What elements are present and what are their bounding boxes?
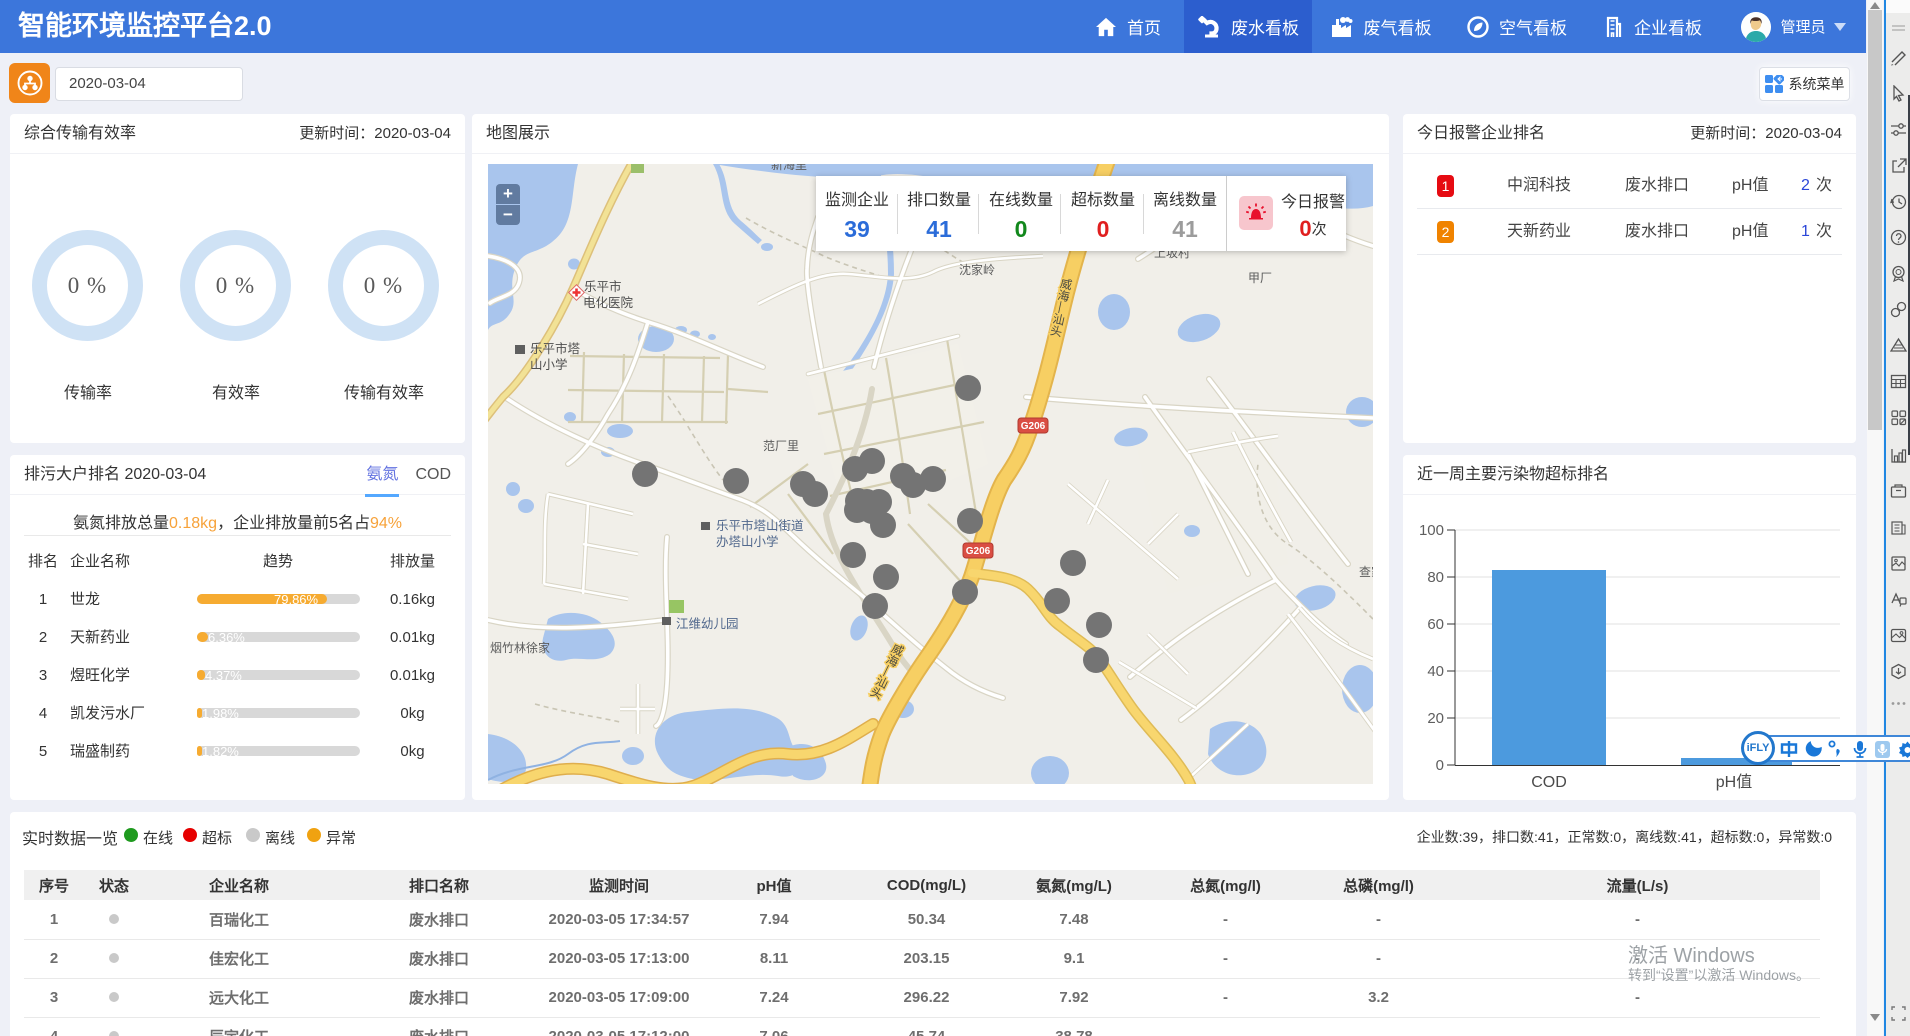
svg-text:乐平市: 乐平市 [584,279,622,294]
svg-text:沈家岭: 沈家岭 [959,262,995,277]
svg-text:0: 0 [1436,757,1444,774]
svg-text:COD: COD [1531,774,1567,791]
svg-text:80: 80 [1427,569,1444,586]
svg-text:pH值: pH值 [1716,773,1752,791]
svg-text:100: 100 [1419,522,1444,539]
svg-text:20: 20 [1427,710,1444,727]
svg-text:办塔山小学: 办塔山小学 [716,534,779,549]
svg-text:电化医院: 电化医院 [583,296,634,310]
svg-text:新海里: 新海里 [771,164,807,172]
svg-text:乐平市塔山街道: 乐平市塔山街道 [716,518,804,533]
svg-text:G206: G206 [1021,421,1046,432]
svg-text:山小学: 山小学 [530,357,568,372]
svg-text:60: 60 [1427,616,1444,633]
svg-text:查家: 查家 [1359,564,1373,579]
svg-text:江维幼儿园: 江维幼儿园 [676,617,739,631]
svg-text:乐平市塔: 乐平市塔 [530,341,581,356]
svg-text:烟竹林徐家: 烟竹林徐家 [490,640,550,655]
svg-text:甲厂: 甲厂 [1248,271,1272,285]
svg-text:40: 40 [1427,663,1444,680]
svg-text:范厂里: 范厂里 [763,439,799,453]
svg-text:G206: G206 [966,546,991,557]
